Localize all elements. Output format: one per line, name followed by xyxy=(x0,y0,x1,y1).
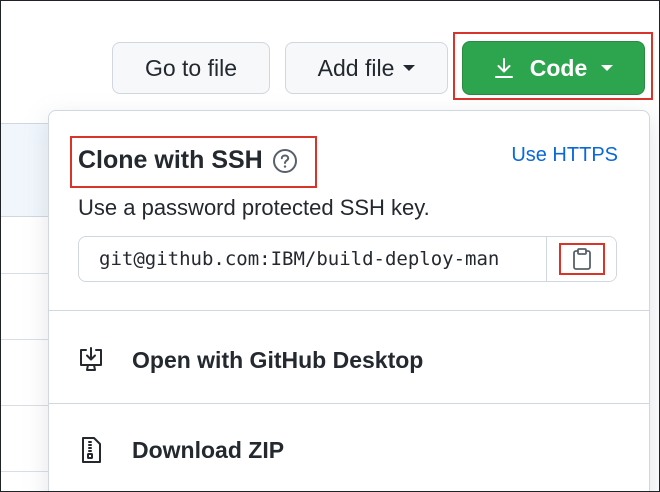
file-zip-icon xyxy=(77,436,105,464)
window: Go to file Add file Code Clone with SSH xyxy=(0,0,660,492)
desktop-download-icon xyxy=(77,346,105,374)
use-https-link[interactable]: Use HTTPS xyxy=(511,144,618,167)
clone-url-input[interactable] xyxy=(79,237,545,281)
menu-divider xyxy=(49,403,649,404)
copy-button-highlight xyxy=(559,243,605,275)
download-icon xyxy=(494,57,514,79)
clone-title-text: Clone with SSH xyxy=(78,146,263,174)
code-label: Code xyxy=(529,54,588,81)
copy-button[interactable] xyxy=(546,237,616,281)
caret-down-icon xyxy=(601,65,614,71)
add-file-button[interactable]: Add file xyxy=(285,42,448,94)
clone-description: Use a password protected SSH key. xyxy=(78,195,430,220)
code-button[interactable]: Code xyxy=(462,41,645,95)
question-icon[interactable] xyxy=(272,148,298,174)
open-desktop-item[interactable]: Open with GitHub Desktop xyxy=(49,315,649,405)
menu-divider xyxy=(49,310,649,311)
clone-dropdown: Clone with SSH Use HTTPS Use a password … xyxy=(48,110,650,491)
download-zip-item[interactable]: Download ZIP xyxy=(49,405,649,491)
clone-heading: Clone with SSH xyxy=(78,146,298,175)
clone-url-field xyxy=(78,236,617,282)
caret-down-icon xyxy=(403,65,416,71)
download-zip-label: Download ZIP xyxy=(132,436,285,463)
go-to-file-label: Go to file xyxy=(144,54,238,81)
open-desktop-label: Open with GitHub Desktop xyxy=(132,346,424,373)
go-to-file-button[interactable]: Go to file xyxy=(112,42,270,94)
add-file-label: Add file xyxy=(317,54,395,81)
